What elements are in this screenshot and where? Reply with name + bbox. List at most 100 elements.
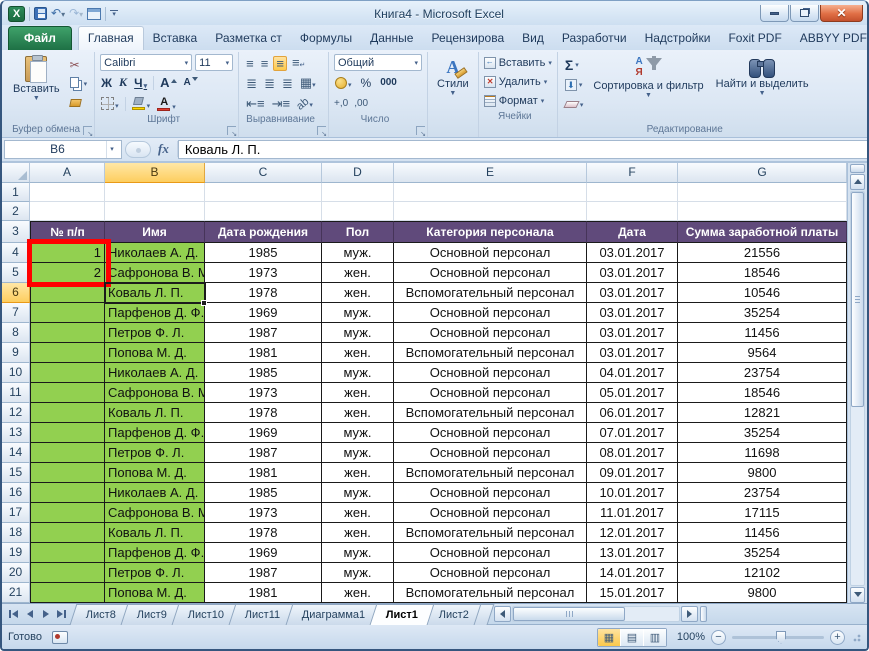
row-header-13[interactable]: 13 — [2, 422, 30, 443]
sheet-tab-Диаграмма1[interactable]: Диаграмма1 — [285, 603, 382, 625]
cell-B21[interactable]: Попова М. Д. — [105, 582, 205, 603]
row-header-17[interactable]: 17 — [2, 502, 30, 523]
cell-D6[interactable]: жен. — [322, 282, 394, 303]
cell-E3[interactable]: Категория персонала — [394, 220, 587, 243]
cell-A14[interactable] — [30, 442, 105, 463]
cell-C15[interactable]: 1981 — [205, 462, 322, 483]
cell-B14[interactable]: Петров Ф. Л. — [105, 442, 205, 463]
vertical-scroll-thumb[interactable] — [851, 191, 864, 407]
cell-G10[interactable]: 23754 — [678, 362, 847, 383]
tab-split-handle[interactable] — [700, 605, 707, 622]
row-header-9[interactable]: 9 — [2, 342, 30, 363]
row-header-7[interactable]: 7 — [2, 302, 30, 323]
column-header-E[interactable]: E — [394, 162, 587, 183]
zoom-out-button[interactable]: − — [711, 629, 726, 645]
scroll-left-button[interactable] — [494, 605, 511, 622]
column-header-C[interactable]: C — [205, 162, 322, 183]
zoom-slider-thumb[interactable] — [776, 630, 786, 644]
cell-G19[interactable]: 35254 — [678, 542, 847, 563]
cell-D15[interactable]: жен. — [322, 462, 394, 483]
cell-C21[interactable]: 1981 — [205, 582, 322, 603]
row-header-3[interactable]: 3 — [2, 220, 30, 243]
bold-button[interactable]: Ж — [100, 76, 113, 90]
cell-B20[interactable]: Петров Ф. Л. — [105, 562, 205, 583]
cell-B5[interactable]: Сафронова В. М. — [105, 262, 205, 283]
cell-G20[interactable]: 12102 — [678, 562, 847, 583]
horizontal-scroll-thumb[interactable] — [513, 606, 625, 621]
cell-C12[interactable]: 1978 — [205, 402, 322, 423]
minimize-button[interactable] — [760, 5, 789, 23]
close-button[interactable]: ✕ — [820, 5, 863, 23]
font-family-select[interactable]: Calibri ▾ — [100, 54, 193, 72]
prev-sheet-button[interactable] — [22, 606, 37, 622]
paste-button[interactable]: Вставить ▼ — [9, 54, 64, 122]
cell-F15[interactable]: 09.01.2017 — [587, 462, 678, 483]
cell-A1[interactable] — [30, 182, 105, 202]
row-header-10[interactable]: 10 — [2, 362, 30, 383]
undo-icon[interactable]: ↶▾ — [51, 6, 65, 22]
tab-Вид[interactable]: Вид — [513, 27, 553, 50]
format-painter-button[interactable] — [68, 94, 90, 111]
cell-E13[interactable]: Основной персонал — [394, 422, 587, 443]
sort-filter-button[interactable]: АЯ Сортировка и фильтр ▼ — [589, 54, 707, 122]
autosum-button[interactable]: Σ ▾ — [563, 56, 586, 73]
cell-D13[interactable]: муж. — [322, 422, 394, 443]
name-box[interactable]: B6 ▾ — [4, 139, 122, 159]
cell-D4[interactable]: муж. — [322, 242, 394, 263]
cell-B3[interactable]: Имя — [105, 220, 205, 243]
cell-B19[interactable]: Парфенов Д. Ф. — [105, 542, 205, 563]
cell-F21[interactable]: 15.01.2017 — [587, 582, 678, 603]
cell-B16[interactable]: Николаев А. Д. — [105, 482, 205, 503]
row-header-11[interactable]: 11 — [2, 382, 30, 403]
cell-A20[interactable] — [30, 562, 105, 583]
decrease-decimal-button[interactable]: ,00 — [354, 98, 368, 109]
clear-button[interactable]: ▾ — [563, 96, 586, 113]
cell-F8[interactable]: 03.01.2017 — [587, 322, 678, 343]
borders-button[interactable]: ▾ — [100, 97, 120, 111]
cell-C14[interactable]: 1987 — [205, 442, 322, 463]
cell-E18[interactable]: Вспомогательный персонал — [394, 522, 587, 543]
cell-A13[interactable] — [30, 422, 105, 443]
row-header-4[interactable]: 4 — [2, 242, 30, 263]
cell-F9[interactable]: 03.01.2017 — [587, 342, 678, 363]
cell-F4[interactable]: 03.01.2017 — [587, 242, 678, 263]
excel-logo-icon[interactable]: X — [8, 5, 25, 22]
resize-grip-icon[interactable] — [851, 632, 861, 643]
cell-G15[interactable]: 9800 — [678, 462, 847, 483]
name-box-dropdown-icon[interactable]: ▾ — [110, 145, 114, 153]
align-left-button[interactable]: ≣ — [244, 76, 259, 91]
cell-C1[interactable] — [205, 182, 322, 202]
insert-function-icon[interactable]: fx — [154, 141, 178, 157]
cell-E5[interactable]: Основной персонал — [394, 262, 587, 283]
cell-E16[interactable]: Основной персонал — [394, 482, 587, 503]
cell-A6[interactable] — [30, 282, 105, 303]
vertical-scroll-track[interactable] — [850, 190, 865, 586]
merge-center-button[interactable]: ▦▾ — [298, 75, 318, 93]
cell-G3[interactable]: Сумма заработной платы — [678, 220, 847, 243]
cell-B12[interactable]: Коваль Л. П. — [105, 402, 205, 423]
scroll-right-button[interactable] — [681, 605, 698, 622]
cell-B9[interactable]: Попова М. Д. — [105, 342, 205, 363]
shrink-font-button[interactable]: А — [183, 77, 199, 88]
restore-button[interactable] — [790, 5, 819, 23]
customize-quick-access-icon[interactable]: ▾ — [110, 10, 119, 18]
delete-cells-button[interactable]: Удалить▾ — [483, 73, 552, 91]
cell-B8[interactable]: Петров Ф. Л. — [105, 322, 205, 343]
cell-D12[interactable]: жен. — [322, 402, 394, 423]
cell-E21[interactable]: Вспомогательный персонал — [394, 582, 587, 603]
cell-D3[interactable]: Пол — [322, 220, 394, 243]
dialog-launcher-icon[interactable] — [83, 125, 93, 138]
cell-C17[interactable]: 1973 — [205, 502, 322, 523]
insert-cells-button[interactable]: Вставить▾ — [483, 54, 552, 72]
row-header-8[interactable]: 8 — [2, 322, 30, 343]
row-header-15[interactable]: 15 — [2, 462, 30, 483]
cell-F2[interactable] — [587, 201, 678, 221]
increase-indent-button[interactable]: ⇥≡ — [270, 96, 292, 111]
cell-G2[interactable] — [678, 201, 847, 221]
fill-color-button[interactable]: ▾ — [131, 97, 152, 111]
align-right-button[interactable]: ≣ — [280, 76, 295, 91]
cell-C9[interactable]: 1981 — [205, 342, 322, 363]
cell-B17[interactable]: Сафронова В. М. — [105, 502, 205, 523]
cell-G6[interactable]: 10546 — [678, 282, 847, 303]
cell-A2[interactable] — [30, 201, 105, 221]
